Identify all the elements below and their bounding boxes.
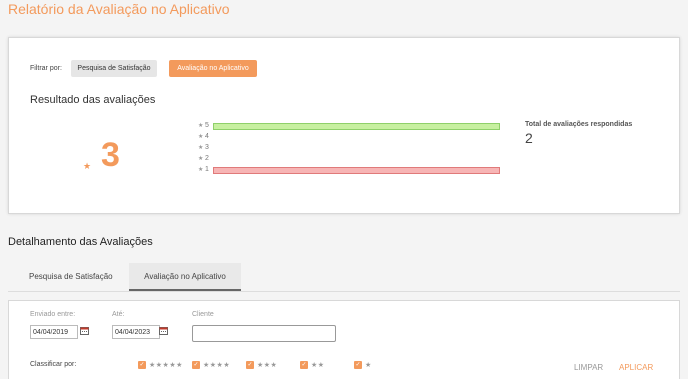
checkbox-checked-icon[interactable]: ✓	[246, 361, 254, 369]
rating-bar-5	[213, 123, 500, 130]
calendar-icon[interactable]	[80, 326, 89, 335]
total-value: 2	[525, 130, 533, 146]
filter-app-button[interactable]: Avaliação no Aplicativo	[169, 60, 257, 77]
rating-checkbox-2[interactable]: ✓ ★★	[300, 360, 325, 370]
checkbox-checked-icon[interactable]: ✓	[192, 361, 200, 369]
rating-stars: ★★	[311, 362, 325, 369]
rating-tick-label: 2	[205, 155, 209, 162]
result-title: Resultado das avaliações	[30, 94, 156, 106]
star-icon: ★	[198, 145, 204, 151]
rating-tick-label: 1	[205, 166, 209, 173]
rating-stars: ★	[365, 362, 372, 369]
rating-stars: ★★★★	[203, 362, 231, 369]
bar-row-5: ★ 5	[194, 122, 500, 132]
rating-bar-1	[213, 167, 500, 174]
until-label: Até:	[112, 311, 125, 318]
star-icon: ★	[198, 134, 204, 140]
filters-panel: Enviado entre: Até: Cliente Classificar …	[8, 300, 680, 379]
client-label: Cliente	[192, 311, 214, 318]
client-input[interactable]	[192, 325, 336, 342]
checkbox-checked-icon[interactable]: ✓	[138, 361, 146, 369]
summary-card: Filtrar por: Pesquisa de Satisfação Aval…	[8, 37, 680, 214]
bar-row-2: ★ 2	[194, 155, 494, 165]
bar-row-1: ★ 1	[194, 166, 500, 176]
details-tabs: Pesquisa de Satisfação Avaliação no Apli…	[8, 263, 680, 292]
average-rating: 3	[101, 136, 120, 174]
rating-checkbox-4[interactable]: ✓ ★★★★	[192, 360, 230, 370]
star-icon: ★	[198, 123, 204, 129]
end-date-input[interactable]	[112, 325, 160, 339]
page-title: Relatório da Avaliação no Aplicativo	[8, 1, 230, 17]
sent-between-label: Enviado entre:	[30, 311, 76, 318]
rating-stars: ★★★	[257, 362, 278, 369]
star-icon: ★	[198, 167, 204, 173]
rating-checkbox-5[interactable]: ✓ ★★★★★	[138, 360, 183, 370]
checkbox-checked-icon[interactable]: ✓	[300, 361, 308, 369]
filter-label: Filtrar por:	[30, 65, 62, 72]
rating-stars: ★★★★★	[149, 362, 183, 369]
start-date-input[interactable]	[30, 325, 78, 339]
rating-checkbox-3[interactable]: ✓ ★★★	[246, 360, 277, 370]
star-icon: ★	[198, 156, 204, 162]
rating-distribution-chart: ★ 5 ★ 4 ★ 3 ★ 2 ★ 1	[194, 122, 500, 178]
checkbox-checked-icon[interactable]: ✓	[354, 361, 362, 369]
calendar-icon[interactable]	[159, 326, 168, 335]
details-title: Detalhamento das Avaliações	[8, 236, 153, 248]
apply-button[interactable]: APLICAR	[619, 363, 653, 372]
clear-button[interactable]: LIMPAR	[574, 363, 603, 372]
bar-row-4: ★ 4	[194, 133, 494, 143]
classify-label: Classificar por:	[30, 361, 77, 368]
rating-tick-label: 3	[205, 144, 209, 151]
rating-checkbox-1[interactable]: ✓ ★	[354, 360, 372, 370]
tab-app-rating[interactable]: Avaliação no Aplicativo	[129, 263, 241, 291]
tab-survey[interactable]: Pesquisa de Satisfação	[15, 263, 127, 291]
star-icon: ★	[83, 161, 92, 171]
total-label: Total de avaliações respondidas	[525, 121, 633, 128]
filter-survey-button[interactable]: Pesquisa de Satisfação	[71, 60, 157, 77]
rating-tick-label: 5	[205, 122, 209, 129]
bar-row-3: ★ 3	[194, 144, 494, 154]
rating-tick-label: 4	[205, 133, 209, 140]
